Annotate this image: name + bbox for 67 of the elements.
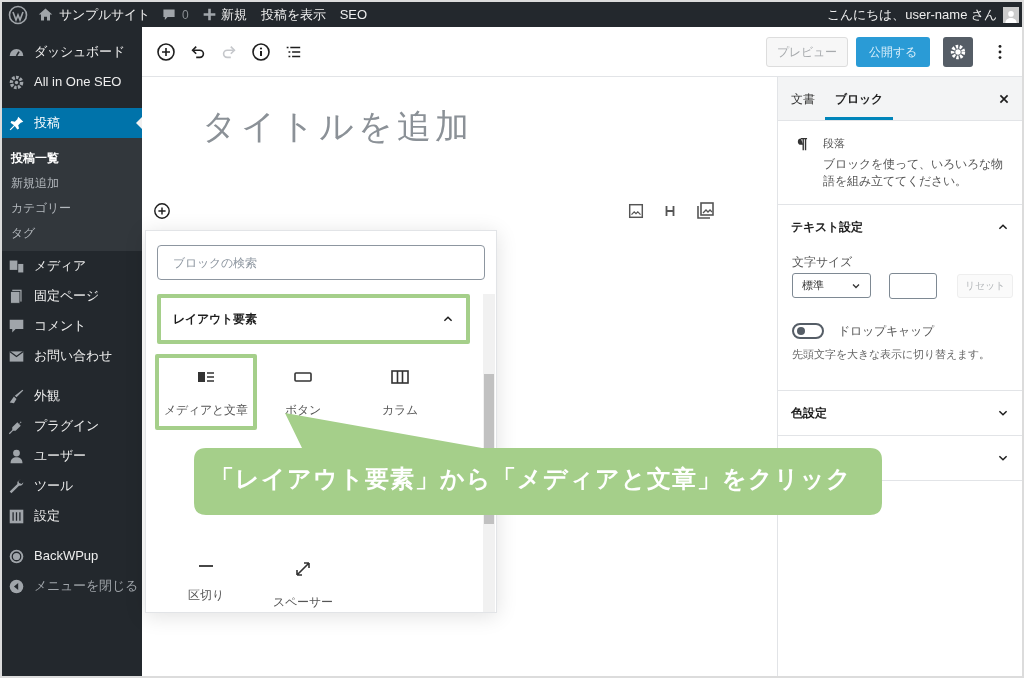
- separator-icon: [198, 564, 213, 567]
- sidebar-item[interactable]: All in One SEO: [2, 67, 142, 97]
- resize-arrow-icon: [293, 559, 313, 579]
- sliders-icon: [8, 507, 25, 525]
- pages-icon: [8, 287, 25, 305]
- panel-tab[interactable]: ブロック: [825, 77, 893, 120]
- panel-tab[interactable]: 文書: [781, 77, 825, 120]
- view-post-link[interactable]: 投稿を表示: [260, 4, 326, 25]
- font-size-select[interactable]: 標準: [792, 273, 871, 298]
- settings-button[interactable]: [943, 36, 973, 67]
- gallery-icon[interactable]: [695, 201, 715, 221]
- new-link[interactable]: 新規: [220, 4, 247, 25]
- columns-icon: [390, 367, 411, 387]
- submenu-item[interactable]: 投稿一覧: [2, 145, 142, 170]
- image-icon[interactable]: [627, 202, 645, 220]
- comment-count: 0: [182, 6, 189, 24]
- home-icon: [38, 7, 53, 22]
- brush-icon: [8, 387, 25, 405]
- toggle-label: ドロップキャップ: [838, 322, 934, 340]
- seo-link[interactable]: SEO: [339, 4, 368, 25]
- plus-icon: [202, 8, 216, 21]
- category-header[interactable]: レイアウト要素: [157, 294, 470, 344]
- sidebar-item[interactable]: メニューを閉じる: [2, 571, 142, 601]
- block-item[interactable]: 区切り: [187, 546, 224, 604]
- sidebar-item[interactable]: BackWPup: [2, 541, 142, 571]
- current-menu-pointer: [136, 117, 142, 129]
- avatar[interactable]: [1003, 6, 1019, 23]
- sidebar-item[interactable]: ツール: [2, 471, 142, 501]
- block-description: ブロックを使って、いろいろな物語を組み立ててください。: [823, 155, 1005, 190]
- person-icon: [8, 447, 25, 465]
- sidebar-item[interactable]: コメント: [2, 311, 142, 341]
- wordpress-logo-icon[interactable]: [8, 4, 28, 25]
- wrench-icon: [8, 477, 25, 495]
- sidebar-item[interactable]: 外観: [2, 381, 142, 411]
- pin-icon: [8, 114, 25, 132]
- field-label: 文字サイズ: [792, 253, 853, 271]
- site-name-link[interactable]: サンプルサイト: [59, 4, 150, 25]
- person-silhouette-icon: [1004, 8, 1018, 23]
- toggle-switch[interactable]: [792, 322, 824, 339]
- add-block-icon[interactable]: [153, 202, 171, 220]
- sidebar-item[interactable]: ユーザー: [2, 441, 142, 471]
- callout-text: 「レイアウト要素」から「メディアと文章」をクリック: [210, 464, 852, 494]
- panel-section-toggle[interactable]: 色設定: [778, 391, 1022, 435]
- custom-size-input[interactable]: [889, 272, 937, 299]
- comment-icon[interactable]: [162, 7, 176, 22]
- sidebar-item[interactable]: メディア: [2, 251, 142, 281]
- speech-bubble-icon: [8, 317, 25, 335]
- submenu-item[interactable]: 新規追加: [2, 170, 142, 195]
- panel-section-toggle[interactable]: テキスト設定: [778, 204, 1022, 249]
- sidebar-item[interactable]: プラグイン: [2, 411, 142, 441]
- block-type-title: 段落: [823, 136, 847, 151]
- gear-icon: [949, 42, 967, 61]
- greeting-link[interactable]: こんにちは、user-name さん: [827, 4, 997, 25]
- submenu-item[interactable]: カテゴリー: [2, 195, 142, 220]
- submenu-item[interactable]: タグ: [2, 220, 142, 245]
- add-block-icon[interactable]: [156, 41, 176, 62]
- block-item[interactable]: メディアと文章: [155, 354, 257, 430]
- info-icon[interactable]: [251, 41, 271, 62]
- sidebar-item[interactable]: 投稿: [2, 108, 142, 138]
- close-icon: [998, 92, 1010, 105]
- sidebar-item[interactable]: お問い合わせ: [2, 341, 142, 371]
- gear-icon: [8, 73, 25, 91]
- sidebar-item[interactable]: 固定ページ: [2, 281, 142, 311]
- search-field[interactable]: ブロックの検索: [157, 245, 485, 280]
- sidebar-item[interactable]: 設定: [2, 501, 142, 531]
- help-text: 先頭文字を大きな表示に切り替えます。: [792, 346, 991, 362]
- sidebar-item[interactable]: ダッシュボード: [2, 37, 142, 67]
